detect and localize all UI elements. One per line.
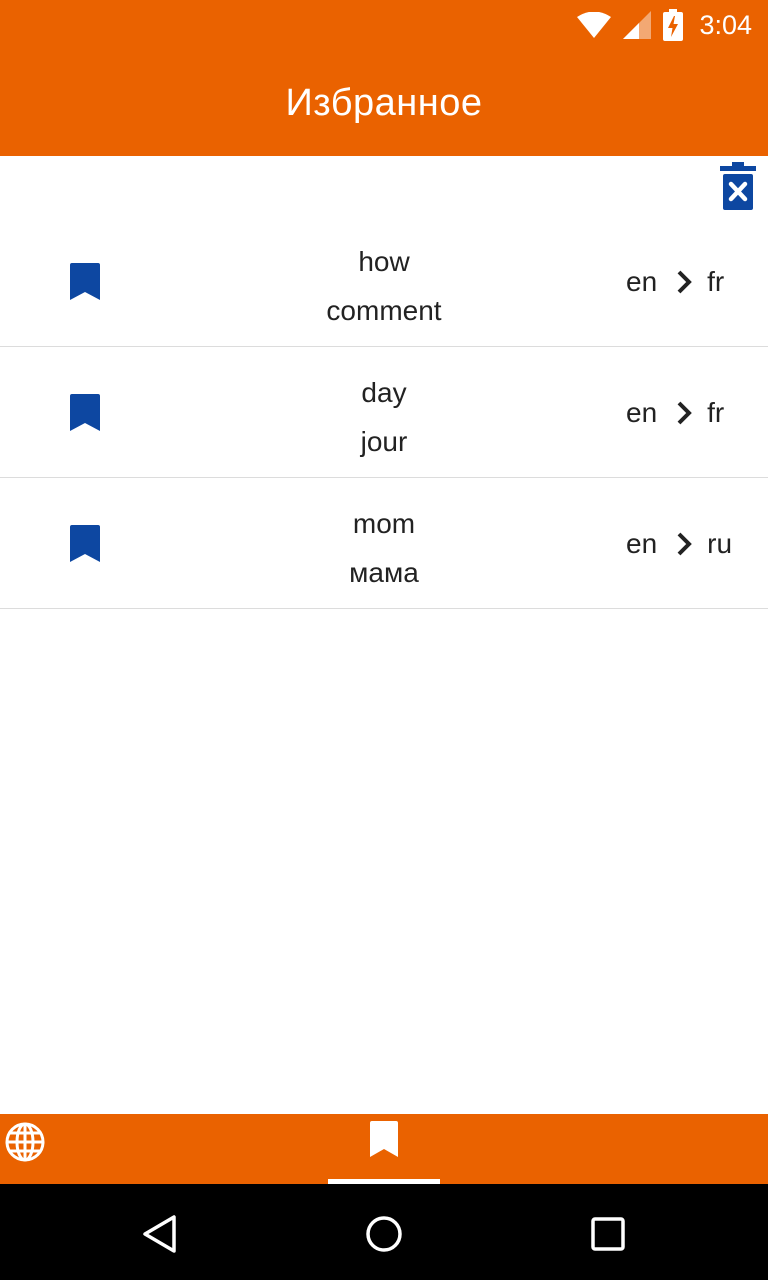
list-item[interactable]: day jour en fr	[0, 347, 768, 478]
recents-icon[interactable]	[588, 1214, 628, 1254]
from-language: en	[626, 397, 658, 428]
bookmark-icon[interactable]	[70, 394, 100, 431]
from-language: en	[626, 528, 658, 559]
status-bar: 3:04	[0, 0, 768, 50]
translation-word: jour	[360, 426, 408, 457]
chevron-right-icon	[677, 270, 692, 294]
source-word: how	[358, 246, 410, 277]
trash-x-icon	[720, 162, 756, 210]
favorites-list: how comment en fr day jour en fr mom мам…	[0, 216, 768, 609]
to-language: fr	[707, 266, 725, 297]
globe-icon	[5, 1122, 45, 1162]
to-language: ru	[707, 528, 733, 559]
language-pair: en fr	[626, 262, 724, 302]
page-title: Избранное	[285, 81, 483, 124]
bottom-navigation	[0, 1114, 768, 1184]
status-icons: 3:04	[577, 8, 752, 42]
status-time: 3:04	[699, 9, 752, 40]
source-word: mom	[352, 508, 416, 539]
bookmark-icon	[370, 1121, 398, 1157]
word-pair: day jour	[234, 368, 534, 466]
back-icon[interactable]	[140, 1214, 180, 1254]
language-pair: en fr	[626, 393, 724, 433]
translation-word: мама	[349, 557, 419, 588]
app-bar: Избранное	[0, 50, 768, 156]
nav-favorites-tab[interactable]	[328, 1114, 440, 1184]
chevron-right-icon	[677, 401, 692, 425]
word-pair: mom мама	[234, 499, 534, 597]
source-word: day	[361, 377, 407, 408]
battery-charging-icon	[663, 9, 684, 41]
clear-favorites-button[interactable]	[718, 160, 758, 212]
cell-signal-icon	[623, 11, 652, 39]
word-pair: how comment	[234, 237, 534, 335]
from-language: en	[626, 266, 658, 297]
system-navigation-bar	[0, 1184, 768, 1280]
nav-translate-tab[interactable]	[4, 1121, 46, 1163]
to-language: fr	[707, 397, 725, 428]
list-item[interactable]: mom мама en ru	[0, 478, 768, 609]
bookmark-icon[interactable]	[70, 525, 100, 562]
chevron-right-icon	[677, 532, 692, 556]
home-icon[interactable]	[364, 1214, 404, 1254]
bookmark-icon[interactable]	[70, 263, 100, 300]
language-pair: en ru	[626, 524, 732, 564]
wifi-icon	[577, 12, 612, 38]
translation-word: comment	[326, 295, 442, 326]
list-item[interactable]: how comment en fr	[0, 216, 768, 347]
